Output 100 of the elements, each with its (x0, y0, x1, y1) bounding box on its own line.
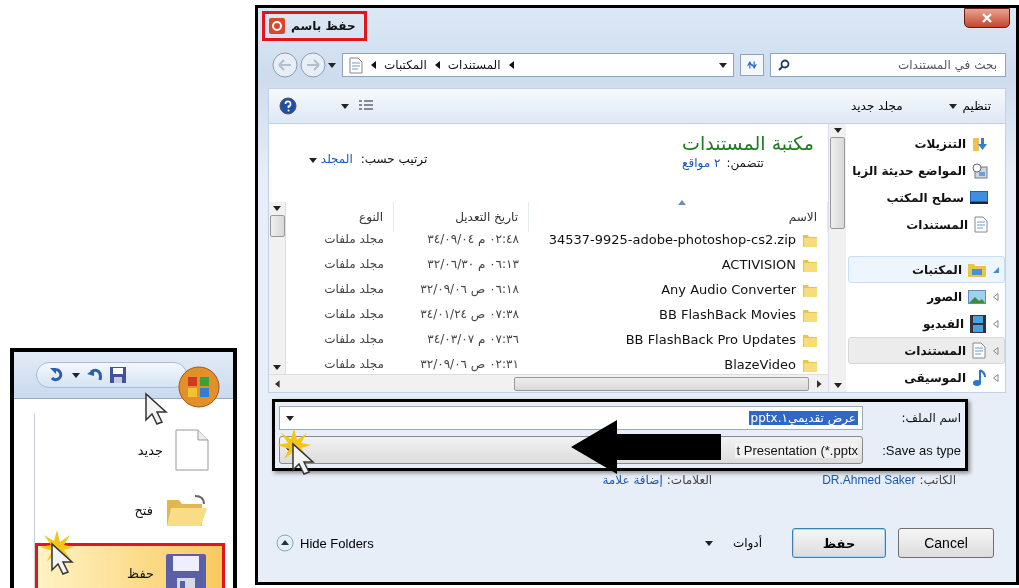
film-icon (970, 314, 986, 333)
undo-icon[interactable] (87, 368, 103, 382)
dropdown-caret-icon (72, 372, 80, 378)
save-icon[interactable] (110, 367, 126, 383)
view-caret-icon (341, 103, 349, 109)
horizontal-scrollbar[interactable] (269, 374, 828, 392)
date-cell-text: ٠٢:٣١ ص ٣٢/٠٩/٠٦ (419, 356, 520, 374)
add-tag-link[interactable]: إضافة علامة (602, 473, 663, 487)
file-item[interactable]: BlazeVideo (529, 352, 828, 377)
nav-item[interactable]: المستندات (848, 337, 1005, 364)
author-link[interactable]: DR.Ahmed Saker (822, 473, 916, 487)
history-caret-icon (328, 62, 336, 68)
scroll-down-icon (273, 365, 281, 370)
refresh-button[interactable] (740, 54, 764, 76)
date-cell-text: ٠٧:٣٦ م ٣٤/٠٣/٠٧ (426, 331, 520, 348)
date-cell-text: ٠٧:٣٨ ص ٣٤/٠١/٢٤ (419, 306, 520, 324)
search-icon (778, 59, 790, 71)
menu-item[interactable]: جديد (35, 423, 225, 477)
sort-arrow-icon (678, 200, 686, 205)
type-cell-text: مجلد ملفات (323, 281, 385, 298)
nav-item[interactable]: الموسيقى (848, 364, 1005, 391)
nav-item[interactable]: التنزيلات (848, 130, 1005, 157)
open-folder-icon (165, 492, 209, 528)
scroll-thumb[interactable] (269, 215, 285, 237)
menu-item[interactable]: حفظ (35, 543, 225, 588)
library-folder-icon (968, 262, 986, 277)
refresh-icon (747, 59, 757, 71)
file-name-field[interactable]: عرض تقديمي١.pptx (279, 406, 863, 430)
file-item[interactable]: BB FlashBack Movies (529, 302, 828, 327)
scroll-right-icon (817, 379, 822, 388)
window-title: حفظ باسم (262, 11, 367, 41)
nav-item[interactable]: سطح المكتب (848, 184, 1005, 211)
organize-button[interactable]: تنظيم (944, 97, 995, 115)
file-item[interactable]: Any Audio Converter (529, 277, 828, 302)
view-options-icon[interactable] (359, 100, 373, 112)
search-field[interactable]: بحث في المستندات (770, 53, 1006, 77)
file-item[interactable]: ACTIVISION (529, 252, 828, 277)
cancel-button[interactable]: Cancel (898, 528, 994, 558)
app-icon (269, 18, 285, 34)
date-cell-text: ٠٦:١٣ م ٣٢/٠٦/٣٠ (426, 256, 520, 273)
field-label: اسم الملف: (900, 411, 961, 425)
scroll-thumb[interactable] (513, 376, 810, 391)
menu-item[interactable]: فتح (35, 483, 225, 537)
nav-item[interactable]: المكتبات (848, 256, 1005, 283)
download-folder-icon (972, 135, 988, 152)
recent-places-icon (972, 162, 988, 179)
type-cell-text: مجلد ملفات (323, 331, 385, 348)
new-folder-button[interactable]: مجلد جديد (846, 97, 907, 115)
column-header[interactable]: الاسم (529, 202, 828, 232)
chevron-icon (371, 61, 376, 69)
document-icon (349, 56, 363, 74)
save-button[interactable]: حفظ (792, 528, 886, 558)
expand-arrow-icon (992, 373, 1000, 382)
type-cell-text: مجلد ملفات (323, 256, 385, 273)
address-bar[interactable]: المستندات المكتبات (342, 53, 734, 77)
arrange-label: ترتيب حسب: (360, 152, 428, 166)
forward-button[interactable] (300, 52, 326, 78)
back-button[interactable] (272, 52, 298, 78)
type-cell-text: مجلد ملفات (323, 231, 385, 248)
nav-item[interactable]: الصور (848, 283, 1005, 310)
music-note-icon (972, 368, 986, 387)
vertical-scrollbar[interactable] (269, 202, 286, 374)
expand-arrow-icon (992, 292, 1000, 301)
picture-icon (968, 289, 986, 304)
field-label: Save as type: (881, 442, 961, 458)
close-button[interactable] (964, 8, 1010, 28)
tags-label: العلامات: (666, 473, 713, 487)
tools-button[interactable]: أدوات (700, 534, 766, 552)
hide-folders-button[interactable]: Hide Folders (276, 534, 374, 552)
caret-icon (948, 103, 957, 109)
vertical-scrollbar[interactable] (829, 124, 846, 392)
scroll-thumb[interactable] (830, 137, 845, 229)
date-cell-text: ٠٦:١٨ ص ٣٢/٠٩/٠٦ (419, 281, 520, 299)
type-cell-text: مجلد ملفات (323, 356, 385, 373)
column-header[interactable]: النوع (286, 202, 394, 232)
scroll-down-icon (833, 383, 842, 388)
cursor-icon (50, 542, 76, 576)
expand-arrow-icon (992, 319, 1000, 328)
close-icon (982, 13, 992, 23)
library-title: مكتبة المستندات (682, 132, 814, 154)
nav-item[interactable]: المواضع حديثة الزيا (848, 157, 1005, 184)
scroll-left-icon (275, 379, 280, 388)
chevron-icon (434, 61, 440, 69)
document-icon (972, 342, 986, 359)
redo-icon[interactable] (49, 368, 65, 382)
dropdown-caret-icon (286, 415, 294, 421)
blank-page-icon (175, 429, 209, 471)
dropdown-caret-icon (719, 62, 727, 68)
help-icon[interactable] (279, 97, 297, 115)
nav-item[interactable]: الفيديو (848, 310, 1005, 337)
includes-label: تتضمن: (726, 156, 764, 170)
nav-item[interactable]: المستندات (848, 211, 1005, 238)
breadcrumb-item[interactable]: المكتبات (384, 58, 427, 72)
locations-link[interactable]: ٢ مواقع (682, 156, 721, 170)
breadcrumb-item[interactable]: المستندات (447, 58, 501, 72)
office-button[interactable] (178, 366, 220, 408)
arrange-dropdown[interactable]: المجلد (309, 152, 353, 166)
column-header[interactable]: تاريخ التعديل (394, 202, 529, 232)
file-item[interactable]: BB FlashBack Pro Updates (529, 327, 828, 352)
expand-arrow-icon (992, 346, 1000, 355)
